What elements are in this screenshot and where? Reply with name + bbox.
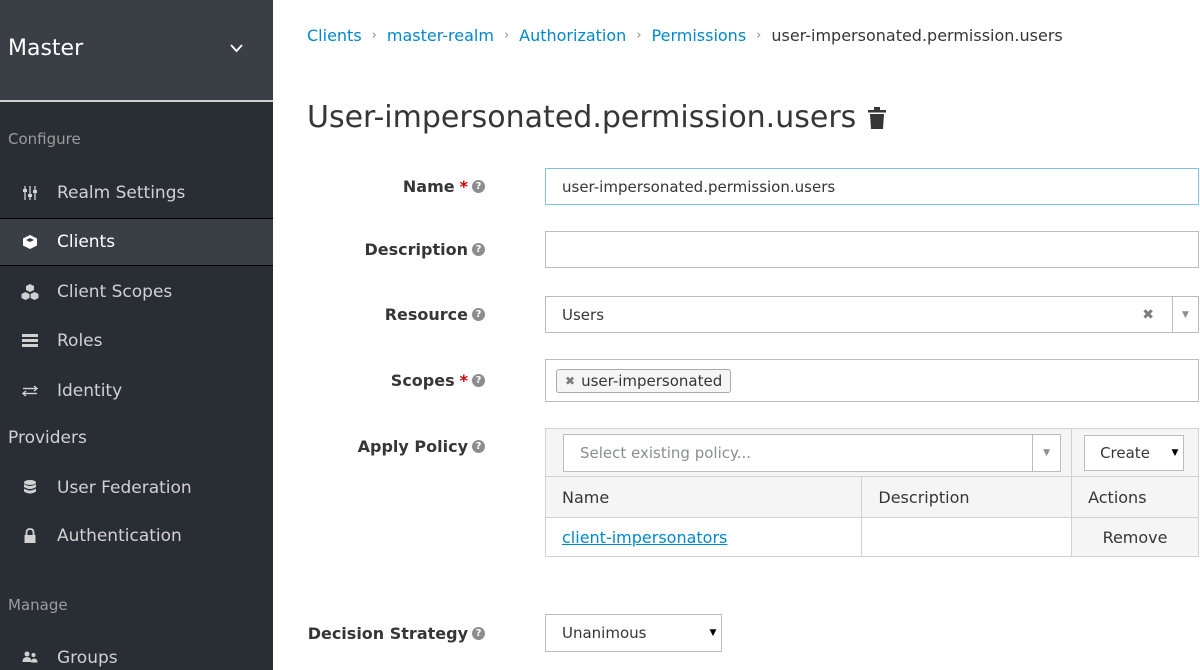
chevron-right-icon: › [371,28,377,43]
chevron-right-icon: › [756,28,762,43]
help-icon[interactable]: ? [472,308,485,321]
scopes-label: Scopes * ? [391,371,485,390]
help-icon[interactable]: ? [472,440,485,453]
description-label-text: Description [364,240,468,259]
chevron-down-icon[interactable]: ▼ [1172,297,1198,332]
description-field[interactable] [545,231,1199,268]
table-header-row: Name Description Actions [544,476,1199,518]
resource-label: Resource ? [385,305,485,324]
sidebar-item-realm-settings[interactable]: Realm Settings [0,169,273,217]
section-manage: Manage [8,596,68,614]
sidebar-item-label: User Federation [57,478,192,498]
name-field-value: user-impersonated.permission.users [562,177,836,196]
list-icon [20,334,40,348]
scopes-field[interactable]: ✖ user-impersonated [545,359,1199,402]
policy-select-placeholder: Select existing policy... [580,443,752,462]
sidebar-item-roles[interactable]: Roles [0,317,273,365]
column-header-actions: Actions [1071,476,1199,518]
sidebar-item-client-scopes[interactable]: Client Scopes [0,268,273,316]
resource-select[interactable]: Users ✖ ▼ [545,296,1199,333]
required-asterisk: * [459,371,468,390]
policy-toolbar-row: Select existing policy... ▼ Create ▼ [544,428,1199,477]
decision-strategy-label: Decision Strategy ? [308,624,485,643]
sidebar-item-groups[interactable]: Groups [0,634,273,670]
breadcrumb: Clients › master-realm › Authorization ›… [307,26,1063,45]
clear-icon[interactable]: ✖ [1142,307,1154,323]
trash-icon[interactable] [868,106,887,129]
sidebar-item-identity-providers[interactable]: Identity [0,367,273,415]
scope-tag[interactable]: ✖ user-impersonated [556,368,732,393]
sidebar-item-label: Roles [57,331,103,351]
remove-tag-icon[interactable]: ✖ [565,374,575,388]
chevron-down-icon [230,41,243,56]
breadcrumb-clients[interactable]: Clients [307,26,362,45]
policy-table: Select existing policy... ▼ Create ▼ Nam… [544,428,1199,557]
chevron-right-icon: › [503,28,510,43]
chevron-down-icon[interactable]: ▼ [1032,434,1060,471]
realm-selector[interactable]: Master [0,0,273,102]
sidebar-item-providers-label[interactable]: Providers [0,414,273,462]
chevron-down-icon[interactable]: ▼ [705,615,721,651]
required-asterisk: * [459,177,468,196]
sidebar: Master Configure Realm Settings Clients … [0,0,273,670]
policy-select[interactable]: Select existing policy... ▼ [563,433,1062,472]
help-icon[interactable]: ? [472,374,485,387]
policy-link[interactable]: client-impersonators [562,528,727,547]
breadcrumb-authorization[interactable]: Authorization [519,26,626,45]
scope-tag-label: user-impersonated [581,371,723,390]
sidebar-item-user-federation[interactable]: User Federation [0,464,273,512]
sidebar-item-label: Groups [57,648,118,668]
apply-policy-label: Apply Policy ? [358,437,485,456]
name-label-text: Name [402,177,455,196]
sidebar-item-label: Clients [57,232,116,252]
breadcrumb-permissions[interactable]: Permissions [652,26,747,45]
help-icon[interactable]: ? [472,180,485,193]
resource-label-text: Resource [384,305,468,324]
page-title: User-impersonated.permission.users [307,100,887,135]
decision-strategy-select[interactable]: Unanimous ▼ [545,614,722,652]
policy-select-cell: Select existing policy... ▼ [544,428,1073,477]
users-icon [20,651,40,665]
exchange-icon [20,385,40,397]
remove-button[interactable]: Remove [1071,517,1199,557]
cubes-icon [20,284,40,300]
realm-name: Master [8,35,84,61]
help-icon[interactable]: ? [472,243,485,256]
breadcrumb-master-realm[interactable]: master-realm [387,26,494,45]
sidebar-item-authentication[interactable]: Authentication [0,512,273,560]
table-row: client-impersonators Remove [544,517,1199,557]
policy-description-cell [861,517,1073,557]
breadcrumb-current: user-impersonated.permission.users [771,26,1063,45]
apply-policy-label-text: Apply Policy [357,437,468,456]
sidebar-item-label: Authentication [57,526,182,546]
sidebar-item-label: Client Scopes [57,282,173,302]
column-header-description[interactable]: Description [861,476,1073,518]
decision-strategy-label-text: Decision Strategy [307,624,468,643]
section-configure: Configure [8,130,81,148]
database-icon [20,480,40,496]
decision-strategy-value: Unanimous [562,624,647,642]
name-label: Name * ? [403,177,485,196]
create-policy-select[interactable]: Create ▼ [1084,434,1184,471]
sidebar-item-label: Realm Settings [57,183,186,203]
create-policy-label: Create [1100,443,1150,462]
page-title-text: User-impersonated.permission.users [307,100,857,135]
sidebar-item-label: Identity [57,381,123,401]
name-field[interactable]: user-impersonated.permission.users [545,168,1199,205]
sliders-icon [20,185,40,201]
chevron-down-icon[interactable]: ▼ [1167,435,1183,470]
policy-name-cell: client-impersonators [544,517,863,557]
chevron-right-icon: › [636,28,642,43]
description-label: Description ? [365,240,485,259]
create-cell: Create ▼ [1071,428,1199,477]
scopes-label-text: Scopes [390,371,455,390]
cube-icon [20,234,40,250]
sidebar-item-label: Providers [8,428,87,448]
column-header-name[interactable]: Name [544,476,863,518]
sidebar-item-clients[interactable]: Clients [0,218,273,266]
help-icon[interactable]: ? [472,627,485,640]
lock-icon [20,528,40,544]
resource-select-value: Users [562,305,605,324]
